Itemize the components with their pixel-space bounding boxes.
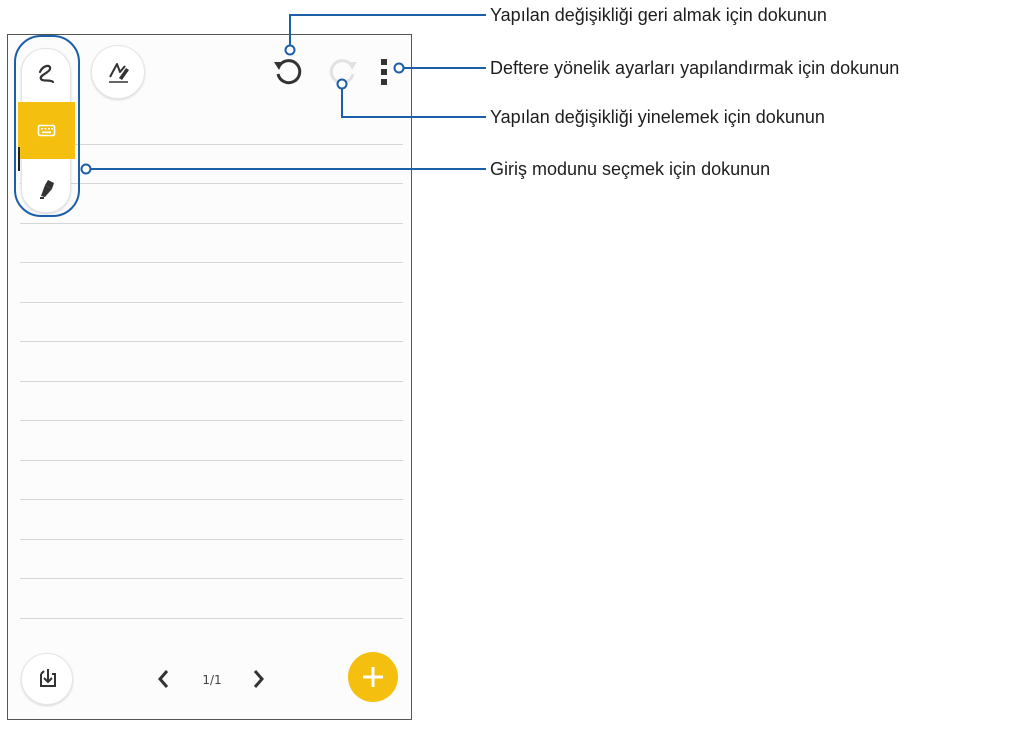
ruled-line [20,341,403,342]
redo-callout-text: Yapılan değişikliği yinelemek için dokun… [490,107,825,127]
mode-keyboard[interactable] [18,102,75,159]
highlighter-icon [40,180,54,199]
next-page-button[interactable] [248,665,268,693]
mode-highlighter[interactable] [18,161,75,211]
prev-page-button[interactable] [154,665,174,693]
chevron-left-icon [158,670,169,688]
ruled-line [20,302,403,303]
notebook-screen: 1/1 [7,34,412,720]
add-icon [363,667,383,687]
ruled-line [20,618,403,619]
draw-mode-button[interactable] [91,45,145,99]
undo-icon [274,59,302,85]
text-cursor [18,147,20,171]
mode-handwriting[interactable] [18,49,75,99]
ruled-line [20,381,403,382]
more-menu-button[interactable] [376,56,392,88]
more-vertical-icon [381,59,387,85]
redo-button[interactable] [323,52,363,92]
add-page-button[interactable] [348,652,398,702]
page-indicator: 1/1 [202,673,222,687]
chevron-right-icon [253,670,264,688]
ruled-line [20,499,403,500]
ruled-line [20,144,403,145]
ruled-line [20,262,403,263]
signature-icon [109,63,129,83]
handwriting-icon [38,64,55,84]
ruled-line [20,420,403,421]
input-mode-selector [18,48,75,213]
import-button[interactable] [21,653,73,705]
input-mode-callout-text: Giriş modunu seçmek için dokunun [490,159,771,179]
ruled-line [20,183,403,184]
ruled-line [20,578,403,579]
keyboard-icon [37,124,56,137]
redo-icon [329,59,357,85]
ruled-line [20,223,403,224]
undo-button[interactable] [268,52,308,92]
undo-callout-text: Yapılan değişikliği geri almak için doku… [490,5,827,25]
ruled-line [20,460,403,461]
import-icon [40,669,56,687]
settings-callout-text: Deftere yönelik ayarları yapılandırmak i… [490,58,900,78]
ruled-line [20,539,403,540]
